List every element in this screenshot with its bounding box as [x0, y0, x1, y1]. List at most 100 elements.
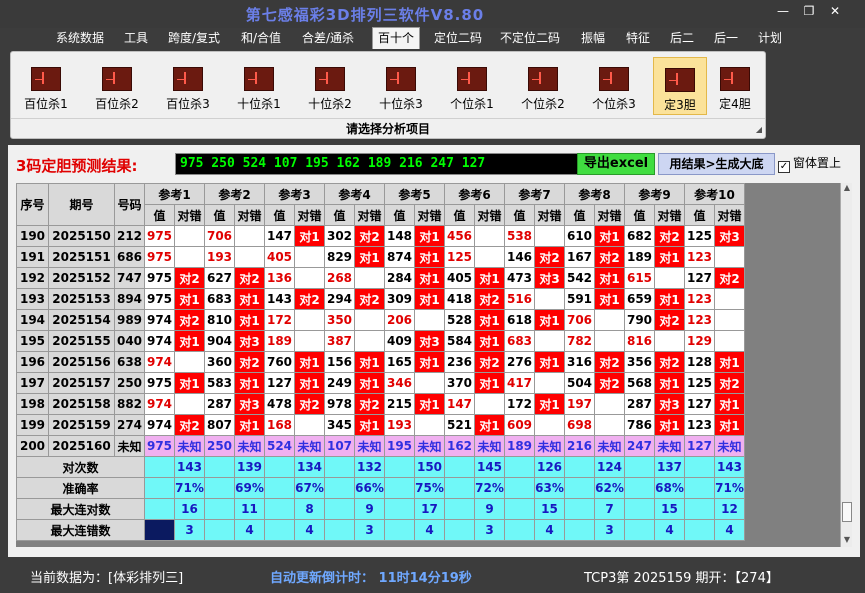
stats-empty [144, 498, 175, 520]
ribbon-button-hundreds-kill-3[interactable]: 百位杀3 [158, 57, 218, 115]
menu-system-data[interactable]: 系统数据 [56, 28, 104, 50]
row-period: 2025154 [48, 309, 115, 331]
check-cell [414, 309, 445, 331]
stats-empty [204, 519, 235, 541]
menu-unpositioned-two[interactable]: 不定位二码 [500, 28, 560, 50]
row-seq: 196 [16, 351, 49, 373]
row-period: 2025160 [48, 435, 115, 457]
value-cell: 146 [504, 246, 535, 268]
result-field[interactable]: 975 250 524 107 195 162 189 216 247 127 [175, 153, 583, 175]
value-cell: 165 [384, 351, 415, 373]
stats-empty [324, 498, 355, 520]
subheader-check: 对错 [234, 204, 265, 226]
header-ref: 参考9 [624, 183, 685, 205]
value-cell: 123 [684, 414, 715, 436]
prediction-status: 未知 [174, 435, 205, 457]
value-cell: 268 [324, 267, 355, 289]
menu-positioned-two[interactable]: 定位二码 [434, 28, 482, 50]
ribbon-button-units-kill-2[interactable]: 个位杀2 [513, 57, 573, 115]
stats-value: 139 [234, 456, 265, 478]
check-cell [174, 246, 205, 268]
menu-last-one[interactable]: 后一 [714, 28, 738, 50]
menu-diff[interactable]: 合差/通杀 [302, 28, 354, 50]
stats-value: 137 [654, 456, 685, 478]
scroll-thumb[interactable] [842, 502, 852, 522]
ribbon-button-units-kill-1[interactable]: 个位杀1 [442, 57, 502, 115]
menu-last-two[interactable]: 后二 [670, 28, 694, 50]
check-cell: 对2 [474, 351, 505, 373]
check-cell [594, 414, 625, 436]
check-cell: 对2 [174, 309, 205, 331]
ribbon-button-fix-3[interactable]: 定3胆 [653, 57, 707, 115]
value-cell: 125 [684, 372, 715, 394]
check-cell [234, 246, 265, 268]
expand-icon[interactable]: ◢ [756, 125, 762, 134]
prediction-value: 195 [384, 435, 415, 457]
menu-plan[interactable]: 计划 [758, 28, 782, 50]
menu-features[interactable]: 特征 [626, 28, 650, 50]
close-button[interactable]: ✕ [824, 4, 846, 18]
value-cell: 627 [204, 267, 235, 289]
menu-tools[interactable]: 工具 [124, 28, 148, 50]
ribbon-button-tens-kill-2[interactable]: 十位杀2 [300, 57, 360, 115]
check-cell: 对1 [294, 225, 325, 247]
check-cell [354, 330, 385, 352]
stats-value: 143 [174, 456, 205, 478]
checkbox-icon[interactable]: ✓ [778, 161, 790, 173]
menu-span[interactable]: 跨度/复式 [168, 28, 220, 50]
subheader-value: 值 [444, 204, 475, 226]
value-cell: 215 [384, 393, 415, 415]
menu-hundreds-tens-units[interactable]: 百十个 [372, 27, 421, 49]
check-cell [174, 393, 205, 415]
menu-sum[interactable]: 和/合值 [241, 28, 281, 50]
check-cell: 对1 [714, 351, 745, 373]
ribbon-button-fix-4[interactable]: 定4胆 [709, 57, 761, 115]
subheader-check: 对错 [174, 204, 205, 226]
row-number: 040 [114, 330, 145, 352]
minimize-button[interactable]: — [772, 4, 794, 18]
subheader-check: 对错 [354, 204, 385, 226]
row-number: 747 [114, 267, 145, 289]
vertical-scrollbar[interactable]: ▲ ▼ [840, 183, 852, 547]
window-on-top-checkbox[interactable]: ✓ 窗体置上 [778, 154, 841, 173]
scroll-up-icon[interactable]: ▲ [841, 183, 853, 195]
prediction-status: 未知 [414, 435, 445, 457]
ribbon-button-units-kill-3[interactable]: 个位杀3 [584, 57, 644, 115]
menu-amplitude[interactable]: 振幅 [581, 28, 605, 50]
subheader-check: 对错 [594, 204, 625, 226]
subheader-value: 值 [264, 204, 295, 226]
chart-icon [102, 67, 132, 91]
ribbon-button-tens-kill-3[interactable]: 十位杀3 [371, 57, 431, 115]
table-row: 194 2025154 989 974 对2 810 对1 172 350 206 528 对1 618… [16, 309, 745, 331]
stats-value: 63% [534, 477, 565, 499]
scroll-down-icon[interactable]: ▼ [841, 535, 853, 547]
ribbon-button-hundreds-kill-2[interactable]: 百位杀2 [87, 57, 147, 115]
ribbon-button-hundreds-kill-1[interactable]: 百位杀1 [16, 57, 76, 115]
check-cell [294, 414, 325, 436]
value-cell: 345 [324, 414, 355, 436]
stats-empty [684, 477, 715, 499]
check-cell: 对1 [174, 288, 205, 310]
row-number: 894 [114, 288, 145, 310]
prediction-value: 250 [204, 435, 235, 457]
subheader-check: 对错 [714, 204, 745, 226]
restore-button[interactable]: ❐ [798, 4, 820, 18]
prediction-status: 未知 [654, 435, 685, 457]
stats-empty [564, 519, 595, 541]
value-cell: 974 [144, 393, 175, 415]
stats-value: 66% [354, 477, 385, 499]
value-cell: 610 [564, 225, 595, 247]
value-cell: 706 [564, 309, 595, 331]
ribbon-button-tens-kill-1[interactable]: 十位杀1 [229, 57, 289, 115]
value-cell: 123 [684, 246, 715, 268]
value-cell: 521 [444, 414, 475, 436]
value-cell: 405 [264, 246, 295, 268]
check-cell [714, 309, 745, 331]
export-excel-button[interactable]: 导出excel [577, 153, 655, 175]
row-number: 686 [114, 246, 145, 268]
stats-empty [444, 519, 475, 541]
row-seq: 200 [16, 435, 49, 457]
check-cell [354, 267, 385, 289]
generate-base-button[interactable]: 用结果>生成大底 [658, 153, 775, 175]
ribbon-divider [11, 118, 765, 119]
